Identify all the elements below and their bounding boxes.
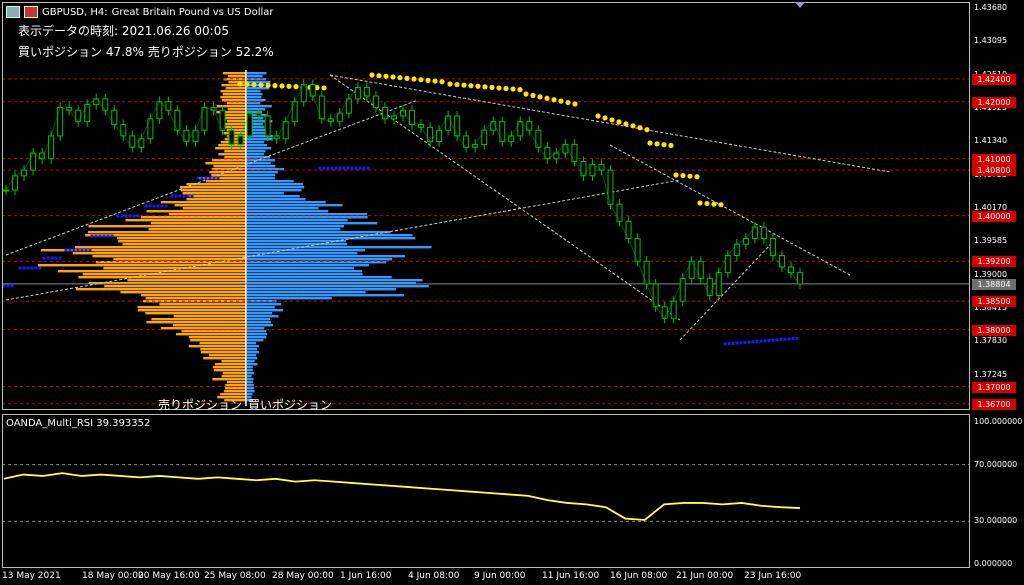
rsi-tick-label: 100.000000 xyxy=(974,417,1023,426)
price-tick-label: 1.41340 xyxy=(974,136,1008,146)
price-tick-label: 1.39000 xyxy=(974,269,1008,279)
price-level-tag: 1.38500 xyxy=(972,296,1016,308)
price-scale[interactable]: 1.436801.430951.425101.419251.413401.407… xyxy=(970,0,1024,585)
time-tick-label: 18 May 00:00 xyxy=(82,571,144,581)
rsi-indicator-label: OANDA_Multi_RSI 39.393352 xyxy=(6,418,151,429)
chart-window[interactable]: GBPUSD, H4: Great Britain Pound vs US Do… xyxy=(0,0,1024,585)
time-tick-label: 20 May 16:00 xyxy=(138,571,200,581)
price-level-tag: 1.40800 xyxy=(972,165,1016,177)
time-tick-label: 25 May 08:00 xyxy=(204,571,266,581)
price-level-tag: 1.38000 xyxy=(972,324,1016,336)
rsi-tick-label: 0.000000 xyxy=(974,559,1013,568)
price-level-tag: 1.37000 xyxy=(972,381,1016,393)
price-level-tag: 1.41000 xyxy=(972,153,1016,165)
price-level-tag: 1.40000 xyxy=(972,210,1016,222)
time-tick-label: 16 Jun 08:00 xyxy=(610,571,668,581)
time-scale[interactable]: 13 May 2021 18 May 00:00 20 May 16:00 25 Ma… xyxy=(0,568,970,585)
price-level-tag: 1.38804 xyxy=(972,278,1016,290)
price-tick-label: 1.37245 xyxy=(974,369,1008,379)
price-level-tag: 1.36700 xyxy=(972,398,1016,410)
price-tick-label: 1.43095 xyxy=(974,36,1008,46)
time-tick-label: 9 Jun 00:00 xyxy=(474,571,526,581)
rsi-tick-label: 70.000000 xyxy=(974,459,1018,469)
price-level-tag: 1.39200 xyxy=(972,256,1016,268)
price-level-tag: 1.42000 xyxy=(972,96,1016,108)
price-tick-label: 1.37830 xyxy=(974,336,1008,346)
time-tick-label: 1 Jun 16:00 xyxy=(340,571,392,581)
rsi-tick-label: 30.000000 xyxy=(974,516,1018,526)
price-tick-label: 1.39585 xyxy=(974,236,1008,246)
time-tick-label: 13 May 2021 xyxy=(2,571,61,581)
time-tick-label: 11 Jun 16:00 xyxy=(542,571,600,581)
rsi-window-frame xyxy=(2,414,970,568)
time-tick-label: 28 May 00:00 xyxy=(272,571,334,581)
price-level-tag: 1.42400 xyxy=(972,73,1016,85)
time-tick-label: 4 Jun 08:00 xyxy=(408,571,460,581)
time-tick-label: 23 Jun 16:00 xyxy=(744,571,802,581)
time-tick-label: 21 Jun 00:00 xyxy=(676,571,734,581)
price-tick-label: 1.43680 xyxy=(974,3,1008,12)
